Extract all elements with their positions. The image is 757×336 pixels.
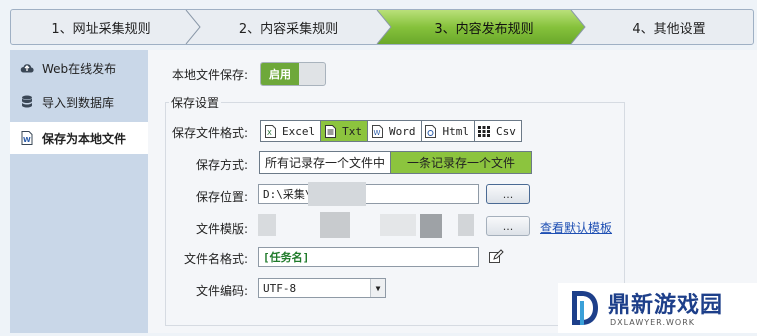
watermark-subtitle: DXLAWYER.WORK bbox=[610, 318, 695, 327]
view-default-template-link[interactable]: 查看默认模板 bbox=[540, 219, 612, 236]
sidebar-item-label: 导入到数据库 bbox=[42, 95, 115, 110]
format-html-option[interactable]: Html bbox=[422, 121, 475, 141]
svg-text:W: W bbox=[23, 136, 31, 144]
txt-icon bbox=[324, 124, 336, 138]
toggle-on-label: 启用 bbox=[261, 63, 299, 85]
step-url-rules[interactable]: 1、网址采集规则 bbox=[11, 10, 191, 44]
chevron-down-icon[interactable]: ▼ bbox=[370, 279, 385, 297]
step-label: 3、内容发布规则 bbox=[434, 21, 534, 37]
document-icon: W bbox=[20, 131, 34, 145]
cloud-upload-icon bbox=[20, 61, 34, 75]
template-label: 文件模版: bbox=[196, 222, 249, 236]
redacted-region bbox=[420, 214, 442, 238]
filename-label: 文件名格式: bbox=[184, 252, 249, 266]
step-label: 1、网址采集规则 bbox=[51, 21, 151, 37]
save-mode-selector: 所有记录存一个文件中 一条记录存一个文件 bbox=[259, 151, 533, 174]
csv-icon bbox=[478, 125, 490, 138]
format-selector: X Excel Txt W Word Html Csv bbox=[260, 120, 522, 142]
location-value: D:\采集\ bbox=[263, 188, 312, 201]
redacted-region bbox=[320, 212, 350, 238]
excel-icon: X bbox=[264, 124, 276, 138]
encoding-value: UTF-8 bbox=[263, 281, 297, 295]
encoding-select[interactable]: UTF-8 ▼ bbox=[258, 278, 386, 298]
format-txt-option[interactable]: Txt bbox=[321, 121, 368, 141]
local-save-toggle[interactable]: 启用 bbox=[260, 62, 326, 86]
html-icon bbox=[425, 124, 437, 138]
step-content-rules[interactable]: 2、内容采集规则 bbox=[196, 10, 381, 44]
format-excel-option[interactable]: X Excel bbox=[261, 121, 322, 141]
step-other-settings[interactable]: 4、其他设置 bbox=[585, 10, 753, 44]
redacted-region bbox=[258, 214, 276, 236]
format-label: 保存文件格式: bbox=[172, 126, 249, 140]
location-label: 保存位置: bbox=[196, 190, 249, 204]
sidebar: Web在线发布 导入到数据库 W 保存为本地文件 bbox=[10, 50, 150, 333]
template-browse-button[interactable]: ... bbox=[486, 216, 530, 236]
mode-single-file-option[interactable]: 所有记录存一个文件中 bbox=[260, 152, 392, 173]
format-word-option[interactable]: W Word bbox=[368, 121, 422, 141]
redacted-region bbox=[380, 214, 416, 236]
sidebar-item-database[interactable]: 导入到数据库 bbox=[10, 86, 148, 118]
step-wizard: 1、网址采集规则 2、内容采集规则 3、内容发布规则 4、其他设置 bbox=[10, 9, 754, 45]
svg-text:X: X bbox=[267, 129, 272, 137]
sidebar-item-local-file[interactable]: W 保存为本地文件 bbox=[10, 122, 150, 154]
mode-per-record-option[interactable]: 一条记录存一个文件 bbox=[391, 152, 532, 173]
word-icon: W bbox=[371, 124, 383, 138]
step-label: 2、内容采集规则 bbox=[238, 21, 339, 37]
filename-input[interactable]: [任务名] bbox=[258, 247, 479, 267]
filename-value: [任务名] bbox=[263, 251, 310, 264]
location-browse-button[interactable]: ... bbox=[486, 184, 530, 204]
watermark-title: 鼎新游戏园 bbox=[608, 293, 724, 318]
format-option-label: Txt bbox=[342, 124, 362, 138]
format-csv-option[interactable]: Csv bbox=[475, 121, 521, 141]
location-input[interactable]: D:\采集\ bbox=[258, 184, 479, 204]
encoding-label: 文件编码: bbox=[196, 284, 249, 298]
format-option-label: Csv bbox=[496, 124, 516, 138]
step-publish-rules[interactable]: 3、内容发布规则 bbox=[389, 10, 579, 44]
step-label: 4、其他设置 bbox=[632, 21, 706, 37]
redacted-region bbox=[308, 182, 366, 206]
svg-text:W: W bbox=[373, 129, 380, 137]
save-settings-title: 保存设置 bbox=[169, 94, 222, 111]
sidebar-item-label: 保存为本地文件 bbox=[42, 131, 127, 146]
sidebar-item-label: Web在线发布 bbox=[42, 61, 117, 76]
format-option-label: Excel bbox=[282, 124, 316, 138]
format-option-label: Html bbox=[442, 124, 470, 138]
local-save-label: 本地文件保存: bbox=[172, 68, 249, 82]
format-option-label: Word bbox=[389, 124, 416, 138]
mode-label: 保存方式: bbox=[196, 158, 249, 172]
sidebar-item-web-publish[interactable]: Web在线发布 bbox=[10, 52, 148, 84]
redacted-region bbox=[458, 214, 474, 236]
database-icon bbox=[20, 95, 34, 109]
edit-icon[interactable] bbox=[488, 249, 504, 268]
watermark-logo: 鼎新游戏园 DXLAWYER.WORK bbox=[558, 283, 757, 333]
